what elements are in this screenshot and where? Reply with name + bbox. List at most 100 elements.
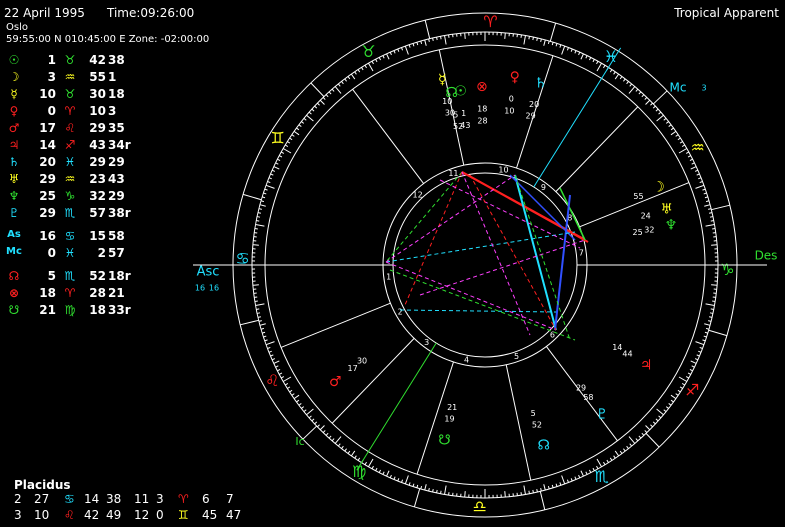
degree-tick xyxy=(260,200,265,203)
house-number: 12 xyxy=(413,191,423,200)
degree-tick xyxy=(685,151,690,154)
degree-tick xyxy=(523,485,526,495)
degree-tick xyxy=(350,73,356,80)
degree-tick xyxy=(382,471,385,475)
degree-tick xyxy=(614,450,620,457)
zodiac-sign-glyph: ♑ xyxy=(720,260,734,279)
degree-tick xyxy=(306,408,314,416)
degree-tick xyxy=(464,32,466,39)
degree-tick xyxy=(613,455,616,459)
wheel-planet-glyph: ♄ xyxy=(534,75,547,91)
degree-tick xyxy=(675,393,679,396)
degree-tick xyxy=(325,432,329,436)
wheel-planet-degree: 58 xyxy=(583,393,593,402)
degree-tick xyxy=(259,323,266,326)
zodiac-sign-glyph: ♏ xyxy=(594,467,608,486)
house-number: 2 xyxy=(398,308,403,317)
degree-tick xyxy=(708,208,712,210)
degree-tick xyxy=(311,418,315,422)
degree-tick xyxy=(255,224,265,227)
degree-tick xyxy=(619,76,623,80)
degree-tick xyxy=(322,97,326,100)
degree-tick xyxy=(528,36,530,40)
degree-tick xyxy=(401,47,404,51)
sign-boundary xyxy=(424,20,431,39)
degree-tick xyxy=(665,406,669,409)
sign-boundary xyxy=(242,193,262,201)
degree-tick xyxy=(265,341,275,346)
degree-tick xyxy=(389,51,392,56)
degree-tick xyxy=(258,208,262,210)
degree-tick xyxy=(408,482,411,486)
degree-tick xyxy=(689,158,693,162)
degree-tick xyxy=(420,485,423,490)
degree-tick xyxy=(371,60,374,65)
degree-tick xyxy=(440,36,442,40)
sign-boundary xyxy=(653,90,668,105)
degree-tick xyxy=(614,73,620,80)
degree-tick xyxy=(287,386,291,389)
degree-tick xyxy=(708,316,713,318)
degree-tick xyxy=(536,37,538,42)
aspect-line xyxy=(514,174,571,341)
degree-tick xyxy=(641,94,645,98)
degree-tick xyxy=(344,448,347,452)
degree-tick xyxy=(303,409,307,413)
degree-tick xyxy=(613,71,616,75)
degree-tick xyxy=(609,69,613,73)
degree-tick xyxy=(334,436,342,444)
degree-tick xyxy=(397,478,400,482)
degree-tick xyxy=(368,458,374,468)
degree-tick xyxy=(314,105,318,109)
degree-tick xyxy=(551,484,554,488)
house-cusp-line xyxy=(331,338,415,424)
degree-tick xyxy=(424,484,427,491)
degree-tick xyxy=(670,399,674,403)
degree-tick xyxy=(289,389,293,393)
degree-tick xyxy=(678,148,688,154)
degree-tick xyxy=(711,284,718,286)
degree-tick xyxy=(270,173,274,176)
degree-tick xyxy=(677,137,681,141)
degree-tick xyxy=(303,117,307,121)
aspect-line xyxy=(399,309,557,313)
degree-tick xyxy=(691,365,695,368)
degree-tick xyxy=(705,327,710,330)
degree-tick xyxy=(540,488,542,492)
degree-tick xyxy=(679,141,683,144)
degree-tick xyxy=(677,389,681,393)
degree-tick xyxy=(265,184,275,189)
degree-tick xyxy=(668,403,672,406)
degree-tick xyxy=(273,166,280,170)
wheel-planet-glyph: ♂ xyxy=(329,374,342,390)
degree-tick xyxy=(570,478,573,482)
degree-tick xyxy=(540,38,542,42)
degree-tick xyxy=(341,445,344,449)
house-cusp-line xyxy=(352,88,425,184)
wheel-planet-minute: 21 xyxy=(447,403,457,412)
degree-tick xyxy=(412,43,415,47)
degree-tick xyxy=(273,360,280,364)
wheel-planet-glyph: ♀ xyxy=(510,69,520,85)
degree-tick xyxy=(704,204,711,207)
degree-tick xyxy=(334,86,342,94)
degree-tick xyxy=(628,436,636,444)
zodiac-sign-glyph: ♈ xyxy=(483,12,497,31)
degree-tick xyxy=(702,188,706,191)
zodiac-sign-glyph: ♎ xyxy=(472,497,486,516)
degree-tick xyxy=(255,303,265,306)
wheel-planet-degree: 1 xyxy=(461,109,466,118)
degree-tick xyxy=(264,339,268,342)
degree-tick xyxy=(298,124,302,127)
wheel-planet-minute: 29 xyxy=(576,383,586,392)
chart-wheel[interactable]: ♈♉♊♋♌♍♎♏♐♑♒♓1234 56789101112Asc16 16DesMc 3… xyxy=(0,0,785,527)
degree-tick xyxy=(691,162,695,165)
degree-tick xyxy=(606,459,609,463)
house-number: 5 xyxy=(514,352,519,361)
degree-tick xyxy=(322,430,326,433)
house-cusp-line xyxy=(555,106,639,192)
degree-tick xyxy=(641,432,645,436)
wheel-planet-degree: 20 xyxy=(529,100,539,109)
zodiac-sign-glyph: ♍ xyxy=(352,462,366,481)
degree-tick xyxy=(704,323,711,326)
